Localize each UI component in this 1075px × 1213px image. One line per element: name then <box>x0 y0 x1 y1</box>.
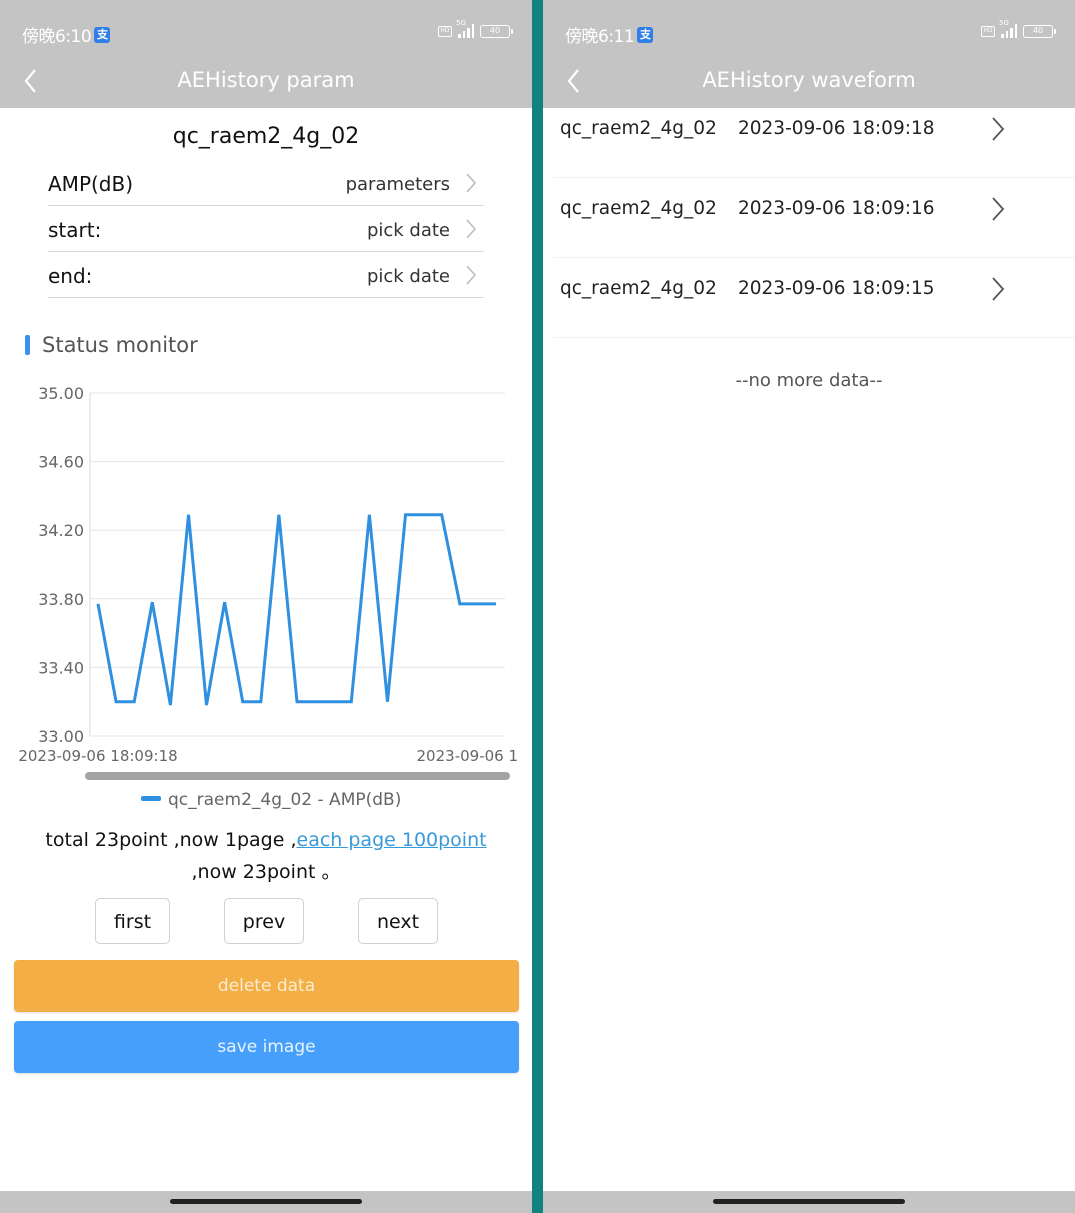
x-tick-label: 2023-09-06 18:09:18 <box>18 747 177 765</box>
chevron-right-icon <box>992 277 1005 301</box>
amp-line-chart: 35.00 34.60 34.20 33.80 33.40 33.00 2023-09-0… <box>18 384 518 810</box>
y-tick-label: 33.80 <box>38 590 84 609</box>
battery-level: 40 <box>1032 25 1044 35</box>
page-title: AEHistory param <box>177 68 355 92</box>
section-header: Status monitor <box>25 333 198 357</box>
legend-label: qc_raem2_4g_02 - AMP(dB) <box>168 790 401 810</box>
chart-legend[interactable]: qc_raem2_4g_02 - AMP(dB) <box>141 790 401 810</box>
chart-y-axis: 35.00 34.60 34.20 33.80 33.40 33.00 <box>38 384 84 746</box>
y-tick-label: 35.00 <box>38 384 84 403</box>
pager-summary: total 23point ,now 1page ,each page 100p… <box>20 824 512 888</box>
waveform-list-item[interactable]: qc_raem2_4g_02 2023-09-06 18:09:18 <box>553 98 1075 178</box>
first-page-button[interactable]: first <box>95 898 170 944</box>
param-value: pick date <box>366 266 450 287</box>
waveform-device: qc_raem2_4g_02 <box>560 278 717 299</box>
param-row-amp[interactable]: AMP(dB) parameters <box>48 160 484 206</box>
y-tick-label: 33.40 <box>38 658 84 677</box>
param-value: parameters <box>345 174 450 195</box>
hd-icon: HD <box>981 25 995 37</box>
battery-icon: 40 <box>1023 24 1056 38</box>
signal-icon: 5G <box>999 19 1017 38</box>
status-time: 傍晚6:10 支 <box>22 22 111 47</box>
param-screen: 傍晚6:10 支 HD 5G 40 AEHistory param qc_rae… <box>0 0 532 1213</box>
chevron-right-icon <box>466 265 477 285</box>
device-name: qc_raem2_4g_02 <box>172 124 360 149</box>
waveform-list-item[interactable]: qc_raem2_4g_02 2023-09-06 18:09:15 <box>553 258 1075 338</box>
param-label: start: <box>48 218 102 242</box>
chart-series <box>96 513 497 706</box>
nav-bar: AEHistory param <box>0 58 532 108</box>
pager-summary-prefix: total 23point ,now 1page , <box>45 829 297 851</box>
status-time: 傍晚6:11 支 <box>565 22 654 47</box>
battery-level: 40 <box>489 25 501 35</box>
chart-x-axis: 2023-09-06 18:09:18 2023-09-06 1 <box>18 747 518 765</box>
section-accent-bar <box>25 335 30 355</box>
param-row-end[interactable]: end: pick date <box>48 252 484 298</box>
y-tick-label: 34.20 <box>38 521 84 540</box>
delete-data-button[interactable]: delete data <box>14 960 519 1012</box>
status-icons: HD 5G 40 <box>981 19 1056 38</box>
battery-icon: 40 <box>480 24 513 38</box>
param-row-start[interactable]: start: pick date <box>48 206 484 252</box>
waveform-timestamp: 2023-09-06 18:09:15 <box>738 278 935 299</box>
chevron-right-icon <box>992 197 1005 221</box>
network-type: 5G <box>456 19 466 27</box>
waveform-device: qc_raem2_4g_02 <box>560 198 717 219</box>
waveform-screen: 傍晚6:11 支 HD 5G 40 AEHistory waveform qc_… <box>543 0 1075 1213</box>
save-image-button[interactable]: save image <box>14 1021 519 1073</box>
param-value: pick date <box>366 220 450 241</box>
app-notification-icon: 支 <box>94 26 111 43</box>
chevron-right-icon <box>992 117 1005 141</box>
home-indicator[interactable] <box>713 1199 905 1204</box>
param-label: AMP(dB) <box>48 172 134 196</box>
page-title: AEHistory waveform <box>702 68 916 92</box>
prev-page-button[interactable]: prev <box>224 898 304 944</box>
legend-swatch <box>141 796 161 801</box>
chart-grid <box>89 392 505 737</box>
x-tick-label: 2023-09-06 1 <box>417 747 518 765</box>
section-title: Status monitor <box>42 333 198 357</box>
home-indicator[interactable] <box>170 1199 362 1204</box>
status-icons: HD 5G 40 <box>438 19 513 38</box>
pager-summary-suffix: ,now 23point 。 <box>191 861 341 883</box>
waveform-timestamp: 2023-09-06 18:09:16 <box>738 198 935 219</box>
chart-scrollbar[interactable] <box>85 772 510 780</box>
y-tick-label: 34.60 <box>38 453 84 472</box>
page-size-link[interactable]: each page 100point <box>297 829 487 851</box>
network-type: 5G <box>999 19 1009 27</box>
param-label: end: <box>48 264 93 288</box>
app-notification-icon: 支 <box>637 26 654 43</box>
waveform-device: qc_raem2_4g_02 <box>560 118 717 139</box>
hd-icon: HD <box>438 25 452 37</box>
y-tick-label: 33.00 <box>38 727 84 746</box>
status-bar: 傍晚6:10 支 HD 5G 40 <box>0 0 532 58</box>
home-indicator-bar <box>0 1191 532 1213</box>
series-line <box>96 513 496 706</box>
chevron-right-icon <box>466 173 477 193</box>
home-indicator-bar <box>543 1191 1075 1213</box>
chevron-right-icon <box>466 219 477 239</box>
waveform-timestamp: 2023-09-06 18:09:18 <box>738 118 935 139</box>
clock: 傍晚6:11 <box>565 27 635 47</box>
waveform-list-item[interactable]: qc_raem2_4g_02 2023-09-06 18:09:16 <box>553 178 1075 258</box>
no-more-data-label: --no more data-- <box>735 370 883 391</box>
next-page-button[interactable]: next <box>358 898 438 944</box>
status-bar: 傍晚6:11 支 HD 5G 40 <box>543 0 1075 58</box>
signal-icon: 5G <box>456 19 474 38</box>
clock: 傍晚6:10 <box>22 27 92 47</box>
